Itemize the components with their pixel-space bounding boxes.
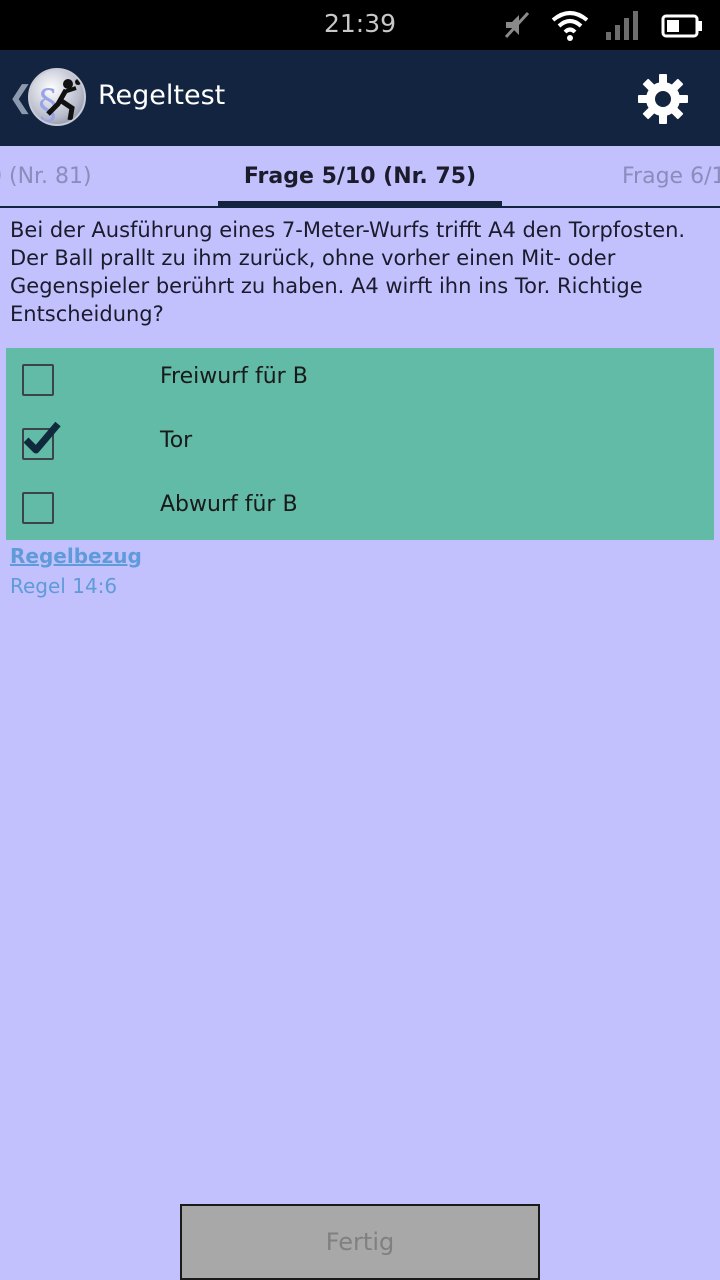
answer-checkbox[interactable] (22, 364, 54, 396)
answer-option-2[interactable]: Tor (6, 412, 714, 476)
battery-icon (661, 14, 702, 38)
action-bar: ❮ § Regeltest (0, 50, 720, 146)
tab-current-question[interactable]: Frage 5/10 (Nr. 75) (218, 164, 502, 189)
rule-reference-text: Regel 14:6 (10, 574, 118, 598)
rule-reference-link[interactable]: Regelbezug (10, 544, 142, 568)
muted-icon (504, 11, 530, 39)
answer-label: Tor (160, 428, 193, 453)
handball-logo-icon[interactable]: § (28, 68, 86, 126)
answer-option-1[interactable]: Freiwurf für B (6, 348, 714, 412)
tab-previous-question[interactable]: 0 (Nr. 81) (0, 164, 92, 189)
answer-checkbox[interactable] (22, 492, 54, 524)
handball-player-icon: § (38, 79, 81, 124)
status-time: 21:39 (323, 9, 397, 38)
signal-icon (606, 11, 638, 40)
wifi-icon (551, 11, 589, 41)
checkmark-icon (23, 421, 61, 454)
done-button[interactable]: Fertig (180, 1204, 540, 1280)
settings-gear-icon[interactable] (636, 72, 690, 126)
tab-indicator (218, 201, 502, 206)
answer-label: Abwurf für B (160, 492, 298, 517)
question-tab-strip: 0 (Nr. 81) Frage 5/10 (Nr. 75) Frage 6/1 (0, 146, 720, 208)
answer-label: Freiwurf für B (160, 364, 308, 389)
answer-list: Freiwurf für B Tor Abwurf für B (6, 348, 714, 540)
answer-checkbox[interactable] (22, 421, 61, 460)
tab-next-question[interactable]: Frage 6/1 (622, 164, 720, 189)
answer-option-3[interactable]: Abwurf für B (6, 476, 714, 540)
status-bar: 21:39 (0, 0, 720, 50)
app-title: Regeltest (98, 80, 226, 111)
question-text: Bei der Ausführung eines 7-Meter-Wurfs t… (10, 218, 686, 326)
